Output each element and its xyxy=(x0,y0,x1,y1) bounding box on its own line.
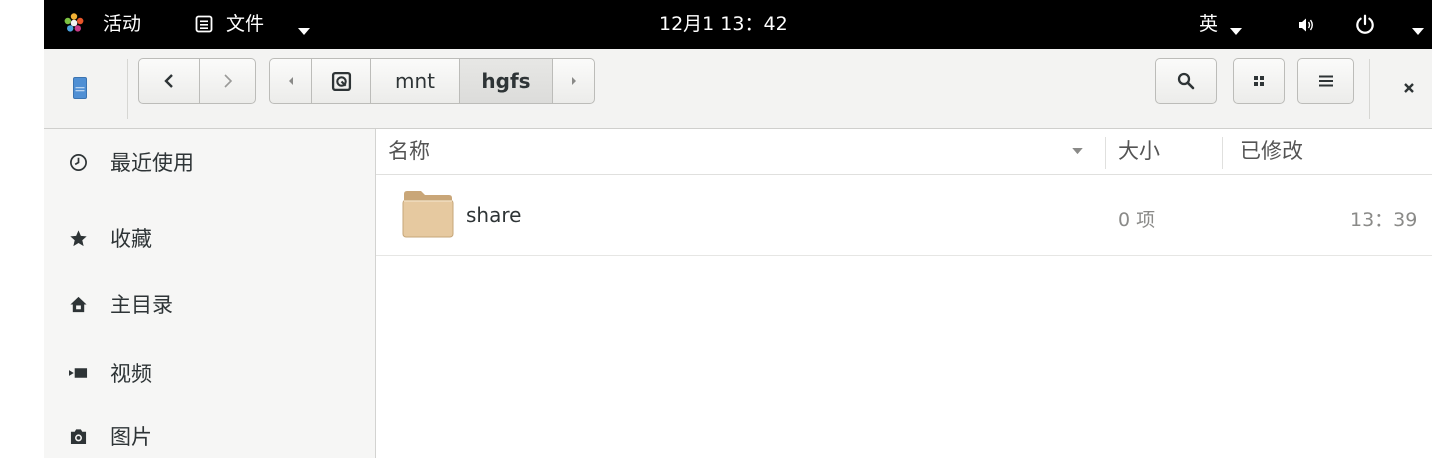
folder-icon xyxy=(402,191,454,238)
activities-logo-icon xyxy=(64,13,84,32)
clock-icon xyxy=(68,152,88,172)
view-menu-button[interactable] xyxy=(1297,58,1354,104)
sidebar-item-starred[interactable]: 收藏 xyxy=(44,205,375,271)
sidebar-item-pictures[interactable]: 图片 xyxy=(44,403,375,469)
star-icon xyxy=(68,228,88,248)
input-method-chevron-down-icon[interactable] xyxy=(1230,21,1242,40)
system-menu-chevron-down-icon[interactable] xyxy=(1412,21,1424,40)
pan-right-icon xyxy=(571,77,576,85)
header-bar: mnt hgfs xyxy=(44,49,1432,129)
hamburger-menu-icon xyxy=(1318,75,1333,87)
file-name: share xyxy=(466,203,522,227)
top-bar: 活动 文件 12月1 13：42 英 xyxy=(44,0,1432,49)
header-separator xyxy=(1369,59,1370,119)
sidebar-item-home[interactable]: 主目录 xyxy=(44,271,375,337)
column-divider xyxy=(1105,137,1106,169)
grid-view-icon xyxy=(1254,76,1264,86)
activities-button[interactable]: 活动 xyxy=(103,0,141,49)
path-root-button[interactable] xyxy=(311,58,371,104)
file-list-view: 名称 大小 已修改 share 0 项 13：39 xyxy=(376,129,1432,458)
file-size: 0 项 xyxy=(1118,209,1156,231)
back-button[interactable] xyxy=(138,58,200,104)
files-app-icon xyxy=(195,15,213,33)
input-method-indicator[interactable]: 英 xyxy=(1199,0,1218,49)
forward-arrow-icon xyxy=(223,74,232,88)
sort-descending-icon[interactable] xyxy=(1072,148,1083,155)
path-segment-label: hgfs xyxy=(481,69,531,93)
volume-icon[interactable] xyxy=(1297,15,1317,35)
home-icon xyxy=(68,294,88,314)
back-arrow-icon xyxy=(164,74,173,88)
table-row[interactable]: share 0 项 13：39 xyxy=(376,175,1432,256)
app-menu[interactable]: 文件 xyxy=(194,0,314,49)
path-segment-hgfs[interactable]: hgfs xyxy=(459,58,553,104)
app-menu-label: 文件 xyxy=(226,13,265,35)
grid-view-button[interactable] xyxy=(1233,58,1285,104)
drive-harddisk-icon xyxy=(331,71,351,91)
search-button[interactable] xyxy=(1155,58,1217,104)
close-icon[interactable] xyxy=(1403,82,1415,94)
path-segment-label: mnt xyxy=(395,69,435,93)
power-icon[interactable] xyxy=(1354,13,1376,35)
pan-left-icon xyxy=(288,77,293,85)
camera-icon xyxy=(68,426,88,446)
screen-margin xyxy=(0,0,44,458)
header-separator xyxy=(127,59,128,119)
sidebar-item-label: 主目录 xyxy=(110,293,173,317)
video-icon xyxy=(68,363,88,383)
places-sidebar: 最近使用 收藏 主目录 视频 图片 xyxy=(44,129,376,458)
forward-button[interactable] xyxy=(199,58,256,104)
path-segment-mnt[interactable]: mnt xyxy=(370,58,460,104)
sidebar-item-label: 视频 xyxy=(110,362,152,386)
column-header-size[interactable]: 大小 xyxy=(1118,129,1160,174)
path-scroll-left-button[interactable] xyxy=(269,58,312,104)
path-scroll-right-button[interactable] xyxy=(552,58,595,104)
column-header-modified[interactable]: 已修改 xyxy=(1240,129,1303,174)
clock[interactable]: 12月1 13：42 xyxy=(659,0,788,49)
sidebar-item-label: 收藏 xyxy=(110,227,152,251)
sidebar-item-label: 图片 xyxy=(110,425,152,449)
sidebar-item-videos[interactable]: 视频 xyxy=(44,340,375,406)
sidebar-drive-icon[interactable] xyxy=(73,77,87,99)
search-icon xyxy=(1177,72,1195,90)
column-header-name[interactable]: 名称 xyxy=(388,129,430,174)
sidebar-item-recent[interactable]: 最近使用 xyxy=(44,129,375,195)
sidebar-item-label: 最近使用 xyxy=(110,151,194,175)
column-divider xyxy=(1222,137,1223,169)
file-modified: 13：39 xyxy=(1350,209,1418,231)
app-menu-chevron-down-icon xyxy=(298,21,310,40)
